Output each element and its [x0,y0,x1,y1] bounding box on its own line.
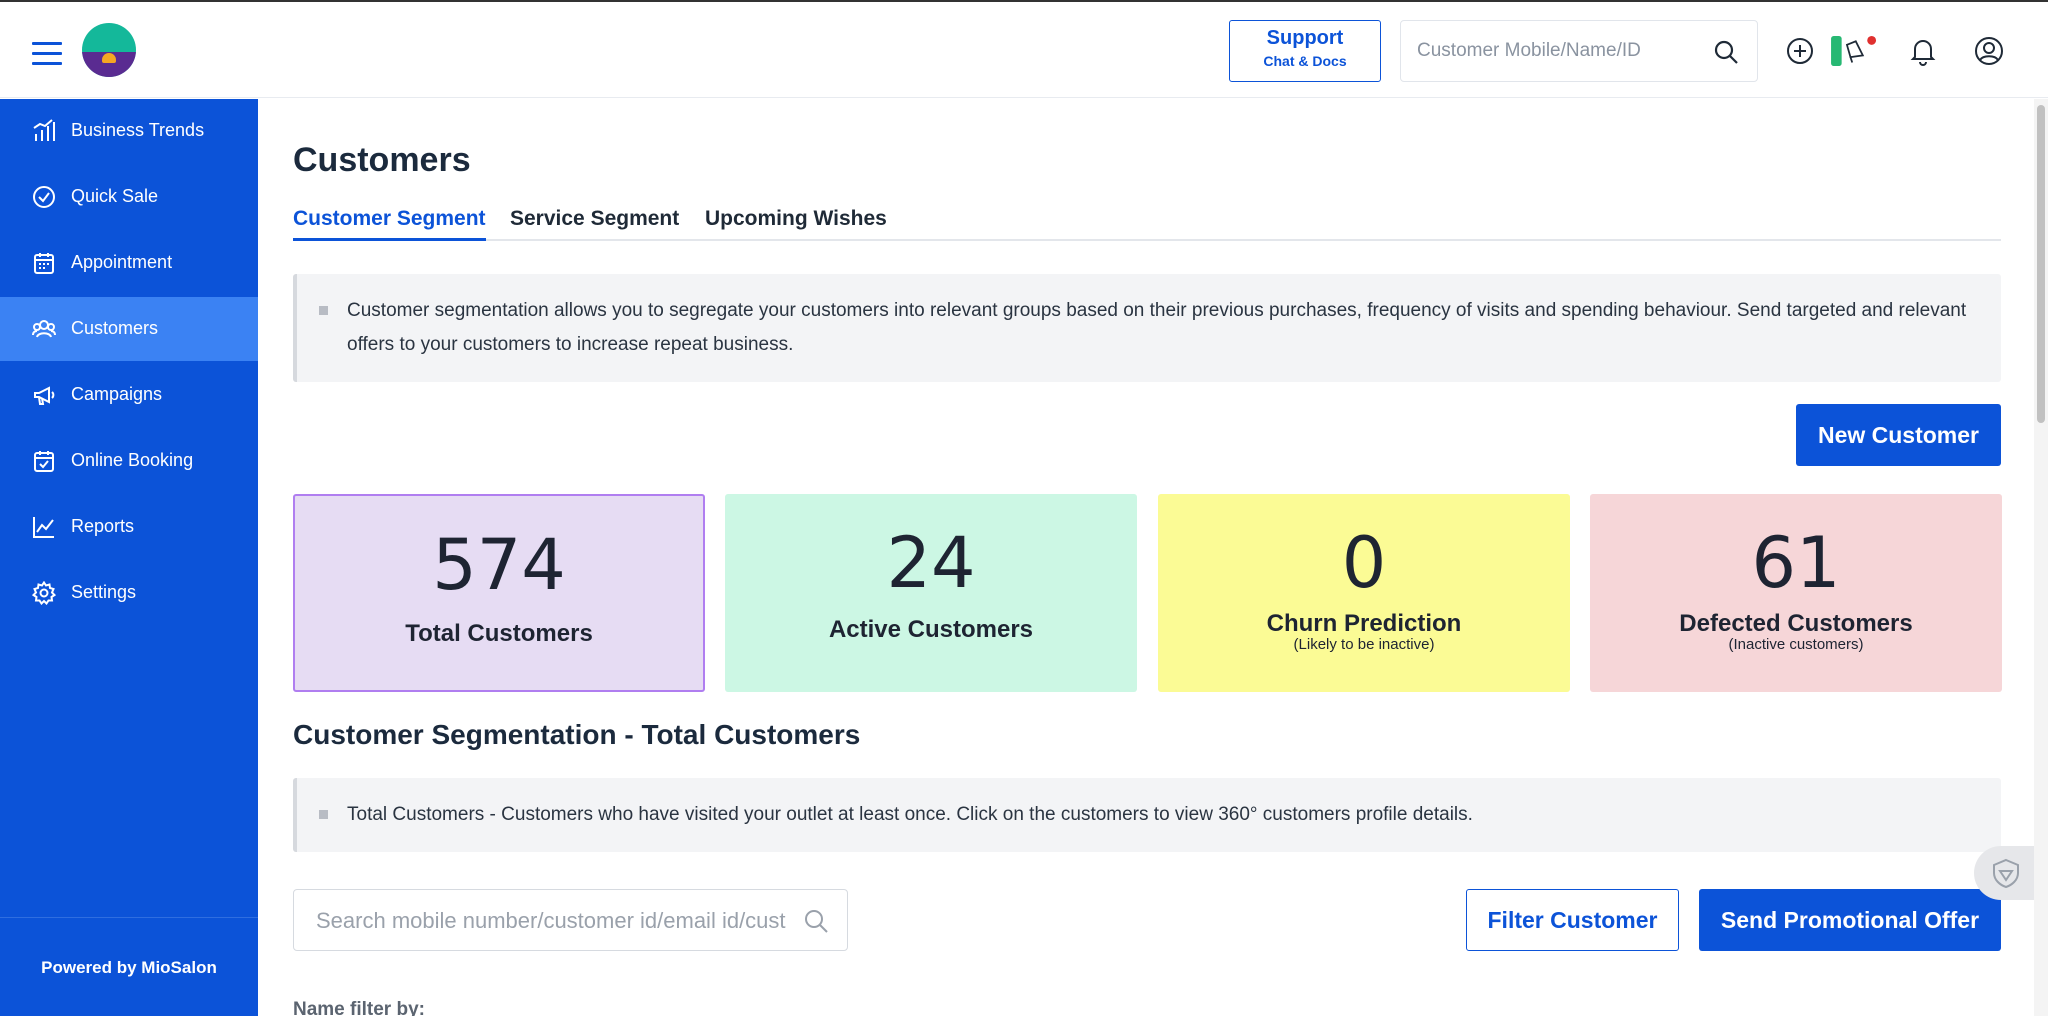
main-content: Customers Customer Segment Service Segme… [258,99,2034,1016]
sidebar-item-label: Settings [71,582,137,602]
bell-icon[interactable] [1908,36,1938,66]
calendar-icon [34,253,54,274]
customer-search-box [1400,20,1758,82]
customer-list-search-input[interactable] [316,904,786,938]
sidebar-item-label: Quick Sale [71,186,159,206]
page-scrollbar[interactable] [2034,99,2048,1016]
support-title: Support [1266,27,1344,49]
sidebar-item-label: Customers [71,318,159,338]
sidebar-item-reports[interactable]: Reports [0,495,258,559]
new-customer-button[interactable]: New Customer [1796,404,2001,466]
defected-customers-label: Defected Customers [1679,610,1913,637]
powered-by-text: Powered by MioSalon [0,917,258,978]
churn-prediction-count: 0 [1341,522,1387,604]
customer-list-search-box [293,889,848,951]
total-customers-info-box: Total Customers - Customers who have vis… [293,778,2001,852]
segmentation-info-text: Customer segmentation allows you to segr… [347,300,1967,355]
churn-prediction-card[interactable]: 0 Churn Prediction (Likely to be inactiv… [1158,494,1570,692]
bullet-icon [319,810,328,819]
total-customers-count: 574 [432,524,566,606]
tab-upcoming-wishes[interactable]: Upcoming Wishes [705,207,887,241]
sidebar-item-settings[interactable]: Settings [0,561,258,625]
tab-bar: Customer Segment Service Segment Upcomin… [293,207,2001,241]
menu-icon[interactable] [32,42,62,68]
shield-icon [1993,858,2019,888]
customer-search-input[interactable] [1417,35,1707,67]
sidebar-item-quick-sale[interactable]: Quick Sale [0,165,258,229]
total-customers-card[interactable]: 574 Total Customers [293,494,705,692]
sidebar-item-campaigns[interactable]: Campaigns [0,363,258,427]
calendar-check-icon [34,451,54,472]
defected-customers-count: 61 [1751,522,1841,604]
announcement-icon[interactable] [1826,36,1882,66]
sidebar-item-label: Reports [71,516,135,536]
section-title: Customer Segmentation - Total Customers [293,719,861,750]
tab-service-segment[interactable]: Service Segment [510,207,679,241]
security-widget[interactable] [1974,846,2036,900]
check-circle-icon [33,186,55,208]
filter-customer-button[interactable]: Filter Customer [1466,889,1679,951]
send-promotional-offer-button[interactable]: Send Promotional Offer [1699,889,2001,951]
top-header: Support Chat & Docs [0,0,2048,98]
defected-customers-card[interactable]: 61 Defected Customers (Inactive customer… [1590,494,2002,692]
total-customers-label: Total Customers [405,620,593,647]
churn-prediction-label: Churn Prediction [1266,610,1462,637]
sidebar-item-appointment[interactable]: Appointment [0,231,258,295]
search-icon[interactable] [1713,39,1739,65]
segmentation-info-box: Customer segmentation allows you to segr… [293,274,2001,382]
sidebar-item-label: Online Booking [71,450,194,470]
add-circle-icon[interactable] [1785,36,1815,66]
defected-customers-sublabel: (Inactive customers) [1728,636,1864,653]
line-chart-icon [33,517,54,538]
megaphone-icon [34,386,55,405]
total-customers-info-text: Total Customers - Customers who have vis… [347,804,1473,825]
churn-prediction-sublabel: (Likely to be inactive) [1293,636,1435,653]
support-subtitle: Chat & Docs [1263,53,1347,69]
support-button[interactable]: Support Chat & Docs [1229,20,1381,82]
bullet-icon [319,306,328,315]
scrollbar-thumb[interactable] [2037,105,2045,423]
active-customers-count: 24 [886,522,976,604]
sidebar-item-label: Business Trends [71,120,205,140]
search-icon[interactable] [803,908,829,934]
tab-customer-segment[interactable]: Customer Segment [293,207,486,241]
sidebar: Business Trends Quick Sale Appointment C… [0,99,258,1016]
bar-chart-icon [33,119,55,141]
sidebar-item-customers[interactable]: Customers [0,297,258,361]
sidebar-item-label: Campaigns [71,384,163,404]
sidebar-item-business-trends[interactable]: Business Trends [0,99,258,163]
users-icon [32,320,56,338]
sidebar-item-online-booking[interactable]: Online Booking [0,429,258,493]
active-customers-card[interactable]: 24 Active Customers [725,494,1137,692]
gear-icon [32,581,56,605]
profile-icon[interactable] [1974,36,2004,66]
sidebar-item-label: Appointment [71,252,173,272]
brand-logo[interactable] [82,23,136,77]
active-customers-label: Active Customers [828,616,1034,643]
page-title: Customers [293,141,471,179]
name-filter-label: Name filter by: [293,999,425,1016]
